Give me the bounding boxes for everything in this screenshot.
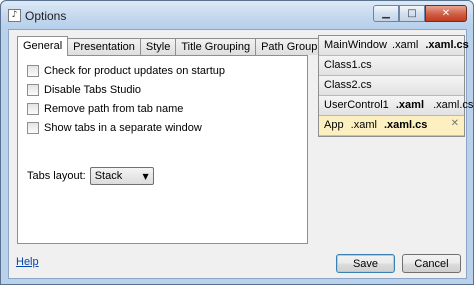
preview-tab-ext: .xaml.cs: [433, 99, 474, 111]
disable-tabs-studio-label: Disable Tabs Studio: [44, 84, 142, 96]
preview-tab-name: MainWindow: [324, 39, 387, 51]
dropdown-arrow-icon: ▼: [142, 171, 149, 181]
help-link[interactable]: Help: [16, 256, 39, 268]
minimize-button[interactable]: ▁: [373, 5, 399, 22]
window-title: Options: [25, 9, 67, 23]
preview-tab-name: Class2.cs: [324, 79, 372, 91]
app-icon: ♪: [8, 9, 21, 22]
preview-tab-app[interactable]: App .xaml .xaml.cs ✕: [319, 116, 464, 136]
title-bar[interactable]: ♪ Options ▁ □ ✕: [1, 1, 473, 29]
tabs-layout-label: Tabs layout:: [27, 170, 86, 182]
preview-tab-name: App: [324, 119, 344, 131]
preview-tab-ext: .xaml: [350, 119, 377, 131]
disable-tabs-studio-option[interactable]: Disable Tabs Studio: [27, 84, 141, 96]
check-updates-checkbox[interactable]: [27, 65, 39, 77]
caption-buttons: ▁ □ ✕: [373, 5, 467, 22]
preview-tab-class1[interactable]: Class1.cs: [319, 56, 464, 76]
separate-window-label: Show tabs in a separate window: [44, 122, 202, 134]
tab-general[interactable]: General: [17, 36, 69, 56]
preview-tab-usercontrol1[interactable]: UserControl1 .xaml .xaml.cs: [319, 96, 473, 116]
tab-strip: General Presentation Style Title Groupin…: [17, 36, 338, 56]
tabs-layout-select[interactable]: Stack ▼: [89, 167, 154, 185]
tab-presentation[interactable]: Presentation: [67, 38, 141, 55]
tabs-layout-row: Tabs layout: Stack ▼: [27, 167, 154, 185]
tab-title-grouping[interactable]: Title Grouping: [175, 38, 257, 55]
check-updates-option[interactable]: Check for product updates on startup: [27, 65, 225, 77]
cancel-button[interactable]: Cancel: [402, 254, 461, 273]
check-updates-label: Check for product updates on startup: [44, 65, 225, 77]
general-tab-panel: Check for product updates on startup Dis…: [17, 55, 308, 244]
minimize-icon: ▁: [382, 8, 390, 19]
maximize-icon: □: [407, 8, 417, 19]
remove-path-option[interactable]: Remove path from tab name: [27, 103, 183, 115]
disable-tabs-studio-checkbox[interactable]: [27, 84, 39, 96]
separate-window-option[interactable]: Show tabs in a separate window: [27, 122, 202, 134]
maximize-button[interactable]: □: [399, 5, 425, 22]
tabs-layout-value: Stack: [94, 170, 123, 182]
close-icon: ✕: [441, 8, 451, 19]
separate-window-checkbox[interactable]: [27, 122, 39, 134]
preview-tab-name: UserControl1: [324, 99, 389, 111]
close-button[interactable]: ✕: [425, 5, 467, 22]
preview-tab-ext-active: .xaml.cs: [383, 119, 428, 131]
preview-tab-ext-active: .xaml.cs: [425, 39, 469, 51]
dialog-client-area: General Presentation Style Title Groupin…: [8, 29, 473, 279]
close-tab-icon[interactable]: ✕: [451, 118, 459, 129]
tabs-preview-list: MainWindow .xaml .xaml.cs Class1.cs Clas…: [318, 35, 473, 137]
preview-tab-name: Class1.cs: [324, 59, 372, 71]
preview-tab-mainwindow[interactable]: MainWindow .xaml .xaml.cs: [319, 36, 469, 56]
preview-tab-ext: .xaml: [392, 39, 419, 51]
remove-path-checkbox[interactable]: [27, 103, 39, 115]
preview-tab-ext-active: .xaml: [395, 99, 425, 111]
tab-style[interactable]: Style: [139, 38, 177, 55]
save-button[interactable]: Save: [336, 254, 395, 273]
preview-tab-class2[interactable]: Class2.cs: [319, 76, 464, 96]
options-window: ♪ Options ▁ □ ✕ General Presentation Sty…: [0, 0, 474, 285]
remove-path-label: Remove path from tab name: [44, 103, 184, 115]
